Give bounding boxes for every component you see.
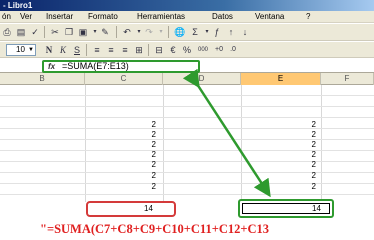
grid-line — [0, 172, 374, 173]
spreadsheet-grid[interactable]: 2 2 2 2 2 2 2 2 2 2 2 2 2 2 — [0, 85, 374, 202]
function-icon[interactable]: fx — [48, 62, 55, 71]
cell-c10[interactable]: 2 — [130, 150, 156, 160]
grid-line — [0, 117, 374, 118]
grid-line — [163, 85, 164, 202]
sum-cell-c-highlight[interactable]: 14 — [86, 201, 176, 217]
menu-item-formato[interactable]: Formato — [88, 11, 118, 22]
cell-e14-value: 14 — [312, 204, 321, 213]
thousands-separator-button[interactable]: 000 — [196, 45, 210, 55]
grid-line — [85, 85, 86, 202]
cell-e11[interactable]: 2 — [290, 160, 316, 170]
paste-icon[interactable]: ▣ — [78, 27, 88, 37]
cell-e7[interactable]: 2 — [290, 120, 316, 130]
grid-line — [0, 139, 374, 140]
format-painter-icon[interactable]: ✎ — [100, 27, 110, 37]
sort-descending-icon[interactable]: ↓ — [240, 27, 250, 37]
formula-bar: fx =SUMA(E7:E13) — [0, 59, 374, 73]
window-title: - Libro1 — [3, 1, 33, 10]
underline-button[interactable]: S — [72, 45, 82, 55]
column-header-c[interactable]: C — [85, 73, 163, 85]
grid-line — [321, 85, 322, 202]
menu-item-help[interactable]: ? — [306, 11, 310, 22]
decrease-decimal-icon[interactable]: .0 — [228, 45, 238, 55]
grid-line — [0, 106, 374, 107]
grid-line — [0, 161, 374, 162]
window-title-bar: - Libro1 — [0, 0, 374, 11]
spelling-icon[interactable]: ✓ — [30, 27, 40, 37]
cell-c11[interactable]: 2 — [130, 160, 156, 170]
merge-center-icon[interactable]: ⊞ — [134, 45, 144, 55]
menu-item-ver[interactable]: Ver — [20, 11, 32, 22]
column-header-b[interactable]: B — [0, 73, 85, 85]
cut-icon[interactable]: ✂ — [50, 27, 60, 37]
sort-ascending-icon[interactable]: ↑ — [226, 27, 236, 37]
print-icon[interactable]: ⎙ — [2, 27, 12, 37]
cell-c13[interactable]: 2 — [130, 182, 156, 192]
font-size-select[interactable]: 10 ▼ — [6, 44, 36, 56]
copy-icon[interactable]: ❐ — [64, 27, 74, 37]
grid-line — [0, 150, 374, 151]
autosum-icon[interactable]: Σ — [190, 27, 200, 37]
menu-item-insertar[interactable]: Insertar — [46, 11, 73, 22]
autosum-dropdown-icon[interactable]: ▾ — [202, 27, 212, 37]
cell-e13[interactable]: 2 — [290, 182, 316, 192]
cell-e8[interactable]: 2 — [290, 130, 316, 140]
menu-item-ventana[interactable]: Ventana — [255, 11, 284, 22]
grid-line — [0, 95, 374, 96]
annotation-long-formula: "=SUMA(C7+C8+C9+C10+C11+C12+C13 — [40, 222, 270, 236]
italic-button[interactable]: K — [58, 45, 68, 55]
chevron-down-icon: ▼ — [28, 47, 34, 53]
column-header-f[interactable]: F — [321, 73, 374, 85]
align-right-icon[interactable]: ≡ — [120, 45, 130, 55]
cell-c8[interactable]: 2 — [130, 130, 156, 140]
cell-e9[interactable]: 2 — [290, 140, 316, 150]
toolbar-separator — [148, 44, 149, 56]
currency-button[interactable]: € — [168, 45, 178, 55]
grid-line — [241, 85, 242, 202]
print-preview-icon[interactable]: ▤ — [16, 27, 26, 37]
cell-c14-value: 14 — [144, 204, 153, 213]
toolbar-separator — [168, 26, 169, 38]
undo-icon[interactable]: ↶ — [122, 27, 132, 37]
sum-cell-e-highlight[interactable]: 14 — [238, 199, 334, 218]
toolbar-separator — [86, 44, 87, 56]
cell-c7[interactable]: 2 — [130, 120, 156, 130]
cell-e12[interactable]: 2 — [290, 171, 316, 181]
align-center-icon[interactable]: ≡ — [106, 45, 116, 55]
cell-e10[interactable]: 2 — [290, 150, 316, 160]
hyperlink-icon[interactable]: 🌐 — [174, 27, 185, 37]
font-size-value: 10 — [16, 45, 25, 54]
column-header-d[interactable]: D — [163, 73, 241, 85]
grid-line — [0, 183, 374, 184]
menu-item-datos[interactable]: Datos — [212, 11, 233, 22]
paste-dropdown-icon[interactable]: ▾ — [90, 27, 100, 37]
percent-button[interactable]: % — [182, 45, 192, 55]
cell-c9[interactable]: 2 — [130, 140, 156, 150]
standard-toolbar: ⎙ ▤ ✓ ✂ ❐ ▣ ▾ ✎ ↶ ▾ ↷ ▾ 🌐 Σ ▾ ƒ ↑ ↓ — [0, 24, 374, 41]
increase-decimal-icon[interactable]: +0 — [214, 45, 224, 55]
redo-dropdown-icon[interactable]: ▾ — [156, 27, 166, 37]
align-left-icon[interactable]: ≡ — [92, 45, 102, 55]
menu-item-herramientas[interactable]: Herramientas — [137, 11, 185, 22]
column-header-e[interactable]: E — [241, 73, 321, 85]
column-headers: B C D E F — [0, 73, 374, 85]
toolbar-separator — [44, 26, 45, 38]
euro-currency-icon[interactable]: ⊟ — [154, 45, 164, 55]
formula-input[interactable]: =SUMA(E7:E13) — [62, 61, 129, 71]
bold-button[interactable]: N — [44, 45, 54, 55]
function-wizard-icon[interactable]: ƒ — [212, 27, 222, 37]
cell-c12[interactable]: 2 — [130, 171, 156, 181]
menu-bar: ón Ver Insertar Formato Herramientas Dat… — [0, 11, 374, 23]
menu-item-archivo[interactable]: ón — [2, 11, 11, 22]
formatting-toolbar: 10 ▼ N K S ≡ ≡ ≡ ⊞ ⊟ € % 000 +0 .0 — [0, 42, 374, 58]
undo-dropdown-icon[interactable]: ▾ — [134, 27, 144, 37]
toolbar-separator — [116, 26, 117, 38]
redo-icon[interactable]: ↷ — [144, 27, 154, 37]
grid-line — [0, 128, 374, 129]
grid-line — [0, 194, 374, 195]
